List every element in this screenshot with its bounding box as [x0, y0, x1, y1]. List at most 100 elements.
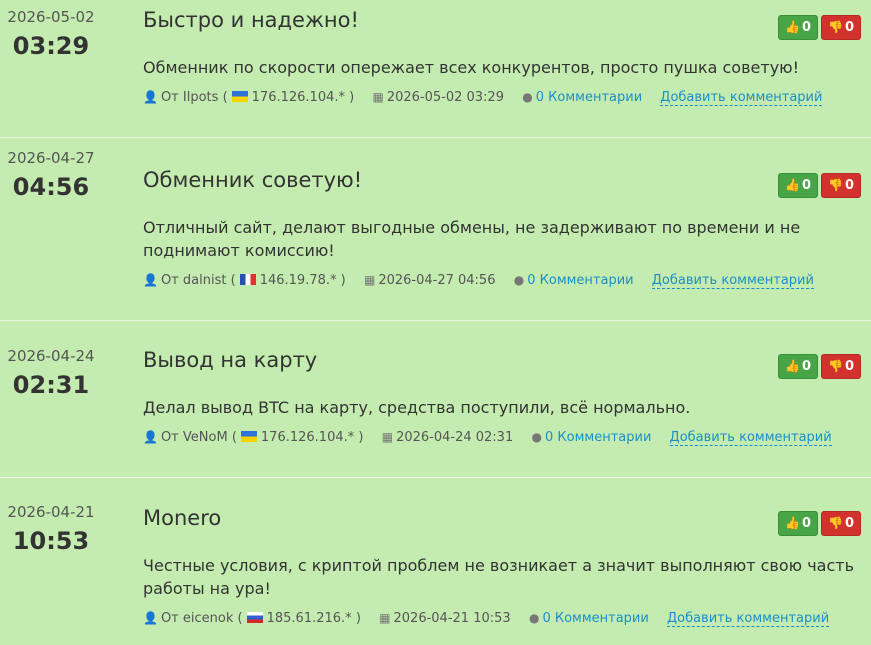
vote-buttons: 👍 0 👎 0	[775, 354, 861, 379]
review-date-block: 2026-04-21 10:53	[0, 503, 102, 558]
user-icon: 👤	[143, 430, 158, 444]
thumbs-up-icon: 👍	[785, 516, 800, 530]
vote-buttons: 👍 0 👎 0	[775, 173, 861, 198]
upvote-button[interactable]: 👍 0	[778, 15, 818, 40]
thumbs-down-icon: 👎	[828, 178, 843, 192]
downvote-count: 0	[844, 20, 854, 35]
review-meta: 👤 От Ilpots (176.126.104.* ) ▦ 2026-05-02 …	[143, 90, 823, 106]
thumbs-up-icon: 👍	[785, 359, 800, 373]
review-time: 04:56	[12, 173, 90, 201]
review-date-block: 2026-04-27 04:56	[0, 149, 102, 204]
review-date: 2026-04-21	[7, 503, 95, 521]
review-date: 2026-04-27	[7, 149, 95, 167]
review-title: Вывод на карту	[143, 348, 318, 372]
add-comment-link[interactable]: Добавить комментарий	[669, 430, 832, 446]
review-datetime: 2026-04-24 02:31	[396, 430, 514, 445]
review-date-block: 2026-05-02 03:29	[0, 8, 102, 63]
author-prefix: От	[160, 611, 179, 626]
author-ip: 176.126.104.*	[260, 430, 355, 445]
author-ip: 146.19.78.*	[259, 273, 337, 288]
vote-buttons: 👍 0 👎 0	[775, 511, 861, 536]
thumbs-down-icon: 👎	[828, 359, 843, 373]
comments-icon: ●	[531, 430, 542, 444]
review-title: Обменник советую!	[143, 168, 363, 192]
review-text: Делал вывод BTC на карту, средства посту…	[143, 398, 691, 417]
review-body: Быстро и надежно! Обменник по скорости о…	[143, 6, 865, 106]
review-text: Честные условия, с криптой проблем не во…	[143, 556, 855, 598]
add-comment-link[interactable]: Добавить комментарий	[666, 611, 830, 627]
ukraine-flag-icon	[231, 91, 248, 102]
author-name: VeNoM	[182, 430, 228, 445]
calendar-icon: ▦	[363, 273, 376, 287]
author-prefix: От	[160, 90, 179, 105]
review-meta: 👤 От VeNoM (176.126.104.* ) ▦ 2026-04-24 0…	[143, 430, 832, 446]
review-text: Обменник по скорости опережает всех конк…	[143, 58, 800, 77]
thumbs-up-icon: 👍	[785, 178, 800, 192]
review-date-block: 2026-04-24 02:31	[0, 347, 102, 402]
comments-icon: ●	[528, 611, 540, 625]
downvote-count: 0	[844, 359, 854, 374]
upvote-count: 0	[801, 20, 811, 35]
upvote-count: 0	[801, 359, 811, 374]
downvote-count: 0	[844, 178, 854, 193]
upvote-button[interactable]: 👍 0	[778, 173, 818, 198]
comments-icon: ●	[522, 90, 533, 104]
review-body: Monero Честные условия, с криптой пробле…	[143, 504, 865, 627]
review-body: Вывод на карту Делал вывод BTC на карту,…	[143, 346, 865, 446]
upvote-count: 0	[801, 516, 811, 531]
comments-icon: ●	[513, 273, 525, 287]
review-text: Отличный сайт, делают выгодные обмены, н…	[143, 218, 801, 260]
review-date: 2026-05-02	[7, 8, 95, 26]
thumbs-down-icon: 👎	[828, 516, 843, 530]
calendar-icon: ▦	[379, 611, 391, 625]
author-ip: 176.126.104.*	[251, 90, 345, 105]
downvote-button[interactable]: 👎 0	[821, 511, 861, 536]
ukraine-flag-icon	[240, 431, 257, 442]
review-body: Обменник советую! Отличный сайт, делают …	[143, 166, 865, 289]
review-item: 2026-05-02 03:29 Быстро и надежно! Обмен…	[0, 0, 871, 138]
review-time: 03:29	[12, 32, 90, 60]
france-flag-icon	[239, 274, 256, 285]
downvote-count: 0	[844, 516, 854, 531]
vote-buttons: 👍 0 👎 0	[775, 15, 861, 40]
user-icon: 👤	[143, 90, 158, 104]
downvote-button[interactable]: 👎 0	[821, 15, 861, 40]
review-datetime: 2026-04-21 10:53	[393, 611, 511, 626]
calendar-icon: ▦	[381, 430, 394, 444]
review-item: 2026-04-27 04:56 Обменник советую! Отлич…	[0, 138, 871, 321]
author-prefix: От	[160, 430, 179, 445]
review-item: 2026-04-24 02:31 Вывод на карту Делал вы…	[0, 321, 871, 478]
review-meta: 👤 От dalnist (146.19.78.* ) ▦ 2026-04-27 0…	[143, 273, 814, 289]
review-time: 02:31	[12, 371, 90, 399]
author-ip: 185.61.216.*	[266, 611, 352, 626]
review-title: Monero	[143, 506, 222, 530]
author-name: dalnist	[182, 273, 227, 288]
upvote-button[interactable]: 👍 0	[778, 354, 818, 379]
author-prefix: От	[160, 273, 179, 288]
review-datetime: 2026-05-02 03:29	[386, 90, 504, 105]
author-name: eicenok	[182, 611, 234, 626]
user-icon: 👤	[143, 273, 158, 287]
thumbs-up-icon: 👍	[785, 20, 800, 34]
downvote-button[interactable]: 👎 0	[821, 173, 861, 198]
calendar-icon: ▦	[372, 90, 384, 104]
author-name: Ilpots	[182, 90, 219, 105]
review-title: Быстро и надежно!	[143, 8, 359, 32]
review-meta: 👤 От eicenok (185.61.216.* ) ▦ 2026-04-21 …	[143, 611, 830, 627]
comments-link[interactable]: 0 Комментарии	[536, 90, 642, 105]
add-comment-link[interactable]: Добавить комментарий	[660, 90, 823, 106]
user-icon: 👤	[143, 611, 158, 625]
comments-link[interactable]: 0 Комментарии	[527, 273, 633, 288]
review-datetime: 2026-04-27 04:56	[378, 273, 496, 288]
comments-link[interactable]: 0 Комментарии	[542, 611, 648, 626]
upvote-button[interactable]: 👍 0	[778, 511, 818, 536]
downvote-button[interactable]: 👎 0	[821, 354, 861, 379]
review-time: 10:53	[12, 527, 90, 555]
russia-flag-icon	[246, 612, 263, 623]
review-date: 2026-04-24	[7, 347, 95, 365]
upvote-count: 0	[801, 178, 811, 193]
thumbs-down-icon: 👎	[828, 20, 843, 34]
review-item: 2026-04-21 10:53 Monero Честные условия,…	[0, 478, 871, 645]
comments-link[interactable]: 0 Комментарии	[545, 430, 651, 445]
add-comment-link[interactable]: Добавить комментарий	[651, 273, 814, 289]
